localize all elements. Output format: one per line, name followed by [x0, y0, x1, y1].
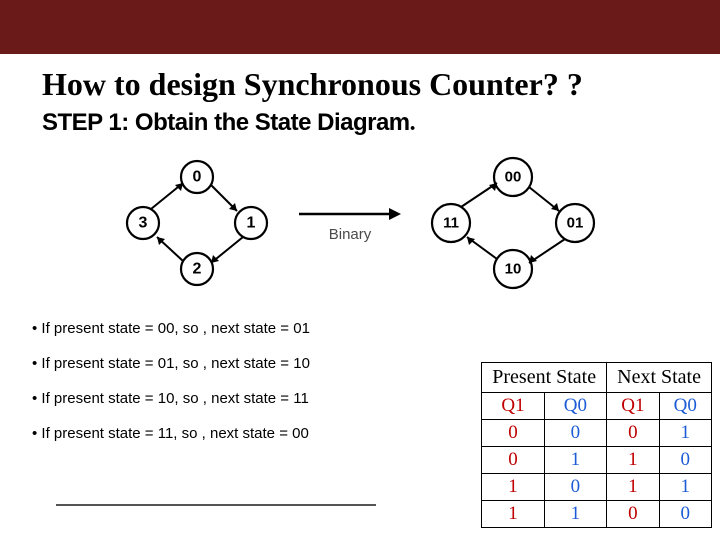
cell: 1 [482, 474, 544, 501]
cell: 1 [659, 474, 711, 501]
slide-title: How to design Synchronous Counter? ? [0, 54, 720, 107]
present-state-header: Present State [482, 363, 607, 393]
node-10: 10 [505, 261, 522, 278]
node-0: 0 [193, 169, 202, 186]
node-11: 11 [443, 215, 459, 232]
table-cols-row: Q1 Q0 Q1 Q0 [482, 393, 712, 420]
table-row: 1100 [482, 501, 712, 528]
step-text: STEP 1: Obtain the State Diagram [42, 109, 410, 136]
cell: 0 [544, 420, 606, 447]
node-2: 2 [193, 261, 202, 278]
cell: 1 [544, 501, 606, 528]
table-row: 1011 [482, 474, 712, 501]
cell: 0 [482, 447, 544, 474]
node-3: 3 [139, 215, 148, 232]
col-q0p: Q0 [544, 393, 606, 420]
cell: 1 [607, 447, 659, 474]
node-01: 01 [567, 215, 584, 232]
bullet-item: If present state = 00, so , next state =… [32, 311, 688, 346]
binary-arrow: Binary [295, 204, 405, 243]
table-row: 0110 [482, 447, 712, 474]
state-diagram-left: 0 1 2 3 [117, 153, 277, 293]
next-state-header: Next State [607, 363, 712, 393]
cell: 0 [482, 420, 544, 447]
cell: 0 [544, 474, 606, 501]
node-1: 1 [247, 215, 256, 232]
step-dot: . [410, 110, 416, 136]
cell: 0 [607, 420, 659, 447]
node-00: 00 [505, 169, 522, 186]
col-q0n: Q0 [659, 393, 711, 420]
state-diagram-right: 00 01 10 11 [423, 153, 603, 293]
col-q1p: Q1 [482, 393, 544, 420]
cell: 1 [659, 420, 711, 447]
cell: 1 [607, 474, 659, 501]
table-header-row: Present State Next State [482, 363, 712, 393]
state-table: Present State Next State Q1 Q0 Q1 Q0 000… [481, 362, 712, 528]
table-row: 0001 [482, 420, 712, 447]
arrow-label: Binary [329, 226, 372, 243]
state-diagram-row: 0 1 2 3 Binary 00 [0, 147, 720, 307]
header-bar [0, 0, 720, 54]
col-q1n: Q1 [607, 393, 659, 420]
cell: 0 [659, 501, 711, 528]
cell: 0 [659, 447, 711, 474]
step-heading: STEP 1: Obtain the State Diagram. [0, 107, 720, 147]
footer-rule [56, 504, 376, 506]
cell: 0 [607, 501, 659, 528]
cell: 1 [482, 501, 544, 528]
cell: 1 [544, 447, 606, 474]
